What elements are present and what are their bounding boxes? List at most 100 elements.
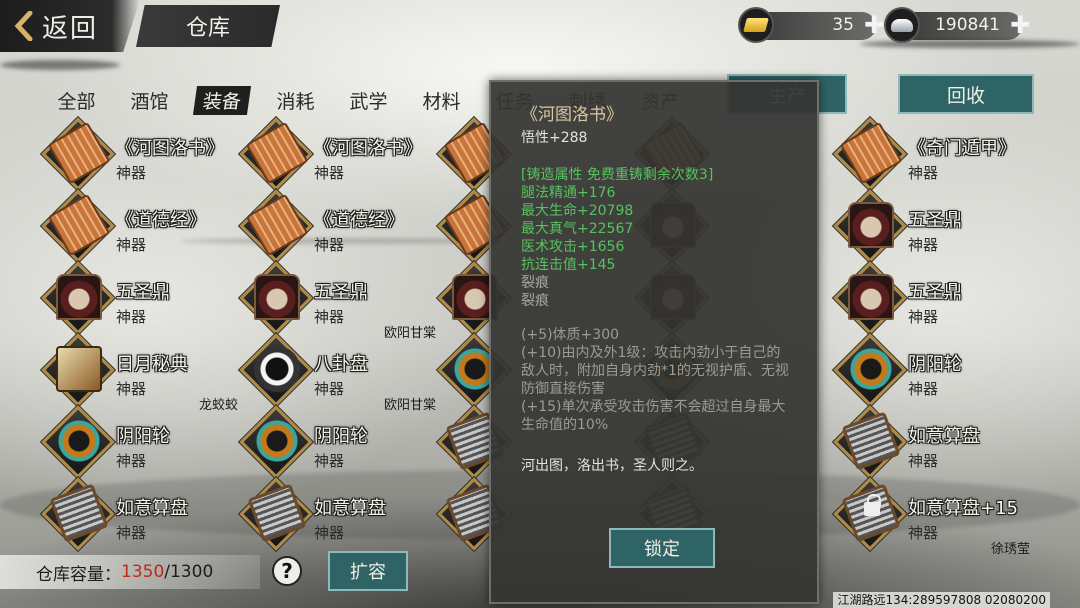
tower-icon <box>848 202 894 248</box>
silver-ingot-icon <box>884 7 920 43</box>
item-name: 如意算盘 <box>314 498 386 519</box>
tab-martial-arts[interactable]: 武学 <box>332 86 405 114</box>
tower-icon <box>56 274 102 320</box>
bagua-icon <box>254 346 300 392</box>
item-slot[interactable]: 《奇门遁甲》 神器 <box>833 117 1024 194</box>
item-name: 《河图洛书》 <box>116 138 224 159</box>
forge-stat: 医术攻击+1656 <box>521 239 625 255</box>
lock-button[interactable]: 锁定 <box>609 528 715 568</box>
item-slot[interactable]: 《河图洛书》 神器 <box>239 117 430 194</box>
tab-consumables[interactable]: 消耗 <box>259 86 332 114</box>
tower-icon <box>848 274 894 320</box>
gold-ingot-icon <box>738 7 774 43</box>
forge-header: [铸造属性 免费重铸剩余次数3] <box>521 167 714 183</box>
item-type: 神器 <box>116 380 147 398</box>
item-type: 神器 <box>908 524 939 542</box>
item-type: 神器 <box>314 524 345 542</box>
item-slot[interactable]: 阴阳轮 神器 <box>833 333 1024 410</box>
scroll-icon <box>839 121 903 185</box>
abacus-icon <box>49 483 109 543</box>
scroll-icon <box>47 193 111 257</box>
item-slot[interactable]: 《道德经》 神器 <box>239 189 430 266</box>
item-name: 阴阳轮 <box>116 426 170 447</box>
item-name: 五圣鼎 <box>908 210 962 231</box>
back-button[interactable]: 返回 <box>0 0 140 52</box>
item-type: 神器 <box>116 452 147 470</box>
yinyang-wheel-icon <box>56 418 102 464</box>
item-owner: 徐琇莹 <box>990 542 1030 557</box>
recycle-button[interactable]: 回收 <box>898 74 1034 114</box>
item-name: 八卦盘 <box>314 354 368 375</box>
item-slot[interactable]: 如意算盘 神器 <box>833 405 1024 482</box>
tab-all[interactable]: 全部 <box>40 86 113 114</box>
crack-slot: 裂痕 <box>521 275 549 291</box>
tooltip-base-stat: 悟性+288 <box>521 130 588 146</box>
item-slot[interactable]: 五圣鼎 神器 欧阳甘棠 <box>239 261 436 341</box>
item-tooltip: 《河图洛书》 悟性+288 [铸造属性 免费重铸剩余次数3] 腿法精通+176 … <box>489 80 819 604</box>
forge-stat: 最大生命+20798 <box>521 203 634 219</box>
item-type: 神器 <box>314 308 345 326</box>
lock-icon <box>864 494 881 516</box>
tab-materials[interactable]: 材料 <box>405 86 478 114</box>
abacus-icon <box>247 483 307 543</box>
scroll-icon <box>245 193 309 257</box>
tooltip-title: 《河图洛书》 <box>521 105 623 125</box>
silver-currency: 190841 ✚ <box>884 7 1030 43</box>
item-slot[interactable]: 如意算盘 神器 <box>41 477 232 554</box>
item-name: 如意算盘 <box>908 426 980 447</box>
add-gold-button[interactable]: ✚ <box>864 11 884 39</box>
capacity-used: 1350 <box>121 562 165 582</box>
refine-effect: (+15)单次承受攻击伤害不会超过自身最大生命值的10% <box>521 399 786 433</box>
item-slot[interactable]: 八卦盘 神器 欧阳甘棠 <box>239 333 436 413</box>
forge-stat: 最大真气+22567 <box>521 221 634 237</box>
item-slot[interactable]: 《道德经》 神器 <box>41 189 232 266</box>
item-slot[interactable]: 五圣鼎 神器 <box>833 189 1024 266</box>
item-name: 五圣鼎 <box>908 282 962 303</box>
item-type: 神器 <box>314 380 345 398</box>
item-name: 《河图洛书》 <box>314 138 422 159</box>
gold-currency: 35 ✚ <box>738 7 884 43</box>
item-slot[interactable]: 《河图洛书》 神器 <box>41 117 232 194</box>
item-type: 神器 <box>908 452 939 470</box>
add-silver-button[interactable]: ✚ <box>1010 11 1030 39</box>
server-id: 江湖路远134:289597808 02080200 <box>833 592 1050 608</box>
forge-stat: 抗连击值+145 <box>521 257 616 273</box>
item-name: 五圣鼎 <box>116 282 170 303</box>
help-icon[interactable]: ? <box>272 556 302 586</box>
yinyang-wheel-icon <box>254 418 300 464</box>
expand-button[interactable]: 扩容 <box>328 551 408 591</box>
warehouse-capacity: 仓库容量： 1350 /1300 <box>0 555 260 589</box>
item-slot[interactable]: 五圣鼎 神器 <box>41 261 232 338</box>
item-slot[interactable]: 阴阳轮 神器 <box>41 405 232 482</box>
tower-icon <box>254 274 300 320</box>
item-slot[interactable]: 如意算盘+15 神器 徐琇莹 <box>833 477 1030 557</box>
item-name: 日月秘典 <box>116 354 188 375</box>
tab-equipment[interactable]: 装备 <box>186 85 259 115</box>
yinyang-wheel-icon <box>848 346 894 392</box>
item-type: 神器 <box>116 524 147 542</box>
tab-tavern[interactable]: 酒馆 <box>113 86 186 114</box>
item-type: 神器 <box>908 380 939 398</box>
forge-stat: 腿法精通+176 <box>521 185 616 201</box>
back-arrow-icon <box>14 11 33 41</box>
item-type: 神器 <box>116 308 147 326</box>
capacity-total: /1300 <box>164 562 214 582</box>
gold-amount: 35 <box>832 15 854 35</box>
item-name: 阴阳轮 <box>314 426 368 447</box>
item-type: 神器 <box>908 236 939 254</box>
item-name: 《道德经》 <box>116 210 206 231</box>
back-label: 返回 <box>42 13 99 44</box>
item-slot[interactable]: 如意算盘 神器 <box>239 477 430 554</box>
item-description: 河出图，洛出书，圣人则之。 <box>521 458 703 474</box>
silver-amount: 190841 <box>935 15 1000 35</box>
item-type: 神器 <box>314 164 345 182</box>
refine-effect: (+5)体质+300 <box>521 327 620 343</box>
scroll-icon <box>47 121 111 185</box>
scroll-icon <box>245 121 309 185</box>
item-slot[interactable]: 阴阳轮 神器 <box>239 405 430 482</box>
item-slot[interactable]: 日月秘典 神器 龙蛟蛟 <box>41 333 238 413</box>
item-slot[interactable]: 五圣鼎 神器 <box>833 261 1024 338</box>
item-name: 阴阳轮 <box>908 354 962 375</box>
refine-effect: (+10)由内及外1级：攻击内劲小于自己的敌人时，附加自身内劲*1的无视护盾、无… <box>521 345 789 397</box>
abacus-icon <box>841 411 901 471</box>
